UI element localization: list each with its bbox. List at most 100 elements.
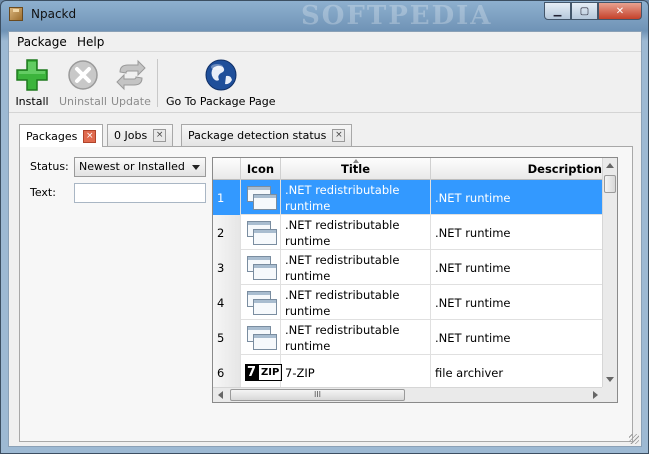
windows-app-icon: [245, 184, 279, 212]
scroll-left-icon[interactable]: [218, 391, 223, 399]
row-title: .NET redistributable runtime: [281, 320, 431, 355]
table-row[interactable]: 6 7 ZIP 7-ZIP file archiver: [213, 355, 603, 390]
row-icon-cell: [241, 285, 281, 320]
menu-package[interactable]: Package: [17, 35, 67, 49]
row-title: .NET redistributable runtime: [281, 215, 431, 250]
install-label: Install: [15, 95, 49, 108]
globe-icon: [205, 59, 237, 91]
refresh-arrows-icon: [116, 59, 146, 91]
row-title: .NET redistributable runtime: [281, 250, 431, 285]
window-title: Npackd: [31, 7, 77, 21]
row-description: .NET runtime: [431, 250, 603, 285]
tab-package-detection-label: Package detection status: [188, 129, 327, 142]
text-filter-input[interactable]: [74, 183, 206, 203]
table-row[interactable]: 5 .NET redistributable runtime .NET runt…: [213, 320, 603, 355]
tab-packages-label: Packages: [26, 129, 78, 143]
close-window-button[interactable]: ✕: [598, 2, 642, 20]
packages-panel: Status: Newest or Installed Text: Icon T…: [19, 146, 633, 442]
status-label: Status:: [30, 160, 69, 173]
row-description: .NET runtime: [431, 215, 603, 250]
row-number: 1: [213, 180, 241, 215]
scroll-down-icon[interactable]: [606, 377, 614, 382]
table-row[interactable]: 1 .NET redistributable runtime .NET runt…: [213, 180, 603, 215]
tab-jobs[interactable]: 0 Jobs ×: [107, 124, 174, 146]
tab-jobs-label: 0 Jobs: [114, 129, 148, 142]
packages-table: Icon Title Description 1 .NET redistribu…: [212, 157, 618, 403]
client-area: Package Help Install Uninstall Update Go…: [8, 31, 642, 447]
plus-icon: [16, 59, 48, 91]
remove-x-icon: [68, 60, 98, 90]
minimize-icon: ▁: [553, 5, 562, 17]
column-header-icon[interactable]: Icon: [241, 158, 281, 180]
uninstall-label: Uninstall: [59, 95, 107, 108]
row-icon-cell: [241, 180, 281, 215]
row-number: 4: [213, 285, 241, 320]
tab-package-detection-status[interactable]: Package detection status ×: [181, 124, 353, 146]
maximize-icon: ▢: [579, 5, 590, 17]
row-number: 2: [213, 215, 241, 250]
update-label: Update: [111, 95, 151, 108]
close-tab-icon[interactable]: ×: [332, 129, 346, 142]
menu-bar: Package Help: [9, 32, 641, 52]
row-icon-cell: [241, 320, 281, 355]
chevron-down-icon: [192, 165, 200, 170]
row-icon-cell: [241, 215, 281, 250]
row-description: .NET runtime: [431, 285, 603, 320]
row-number: 5: [213, 320, 241, 355]
update-button[interactable]: Update: [111, 58, 151, 108]
title-bar[interactable]: Npackd SOFTPEDIA ▁ ▢ ✕: [1, 1, 648, 31]
text-label: Text:: [30, 186, 56, 199]
table-row[interactable]: 4 .NET redistributable runtime .NET runt…: [213, 285, 603, 320]
tab-packages[interactable]: Packages ×: [19, 124, 104, 147]
windows-app-icon: [245, 219, 279, 247]
horizontal-scrollbar[interactable]: III: [213, 387, 603, 402]
vertical-scrollbar[interactable]: [602, 158, 617, 387]
7zip-icon-zip: ZIP: [258, 364, 283, 381]
column-header-title-label: Title: [340, 162, 371, 176]
close-tab-icon[interactable]: ×: [153, 129, 167, 142]
row-number: 3: [213, 250, 241, 285]
go-to-package-page-button[interactable]: Go To Package Page: [166, 58, 276, 108]
go-to-package-page-label: Go To Package Page: [166, 95, 276, 108]
row-title: 7-ZIP: [281, 355, 431, 390]
7zip-icon: 7 ZIP: [245, 364, 283, 381]
row-icon-cell: [241, 250, 281, 285]
column-header-title[interactable]: Title: [281, 158, 431, 180]
row-description: .NET runtime: [431, 320, 603, 355]
windows-app-icon: [245, 324, 279, 352]
status-dropdown-value: Newest or Installed: [79, 160, 185, 173]
package-box-icon: [9, 7, 23, 21]
close-tab-icon[interactable]: ×: [83, 129, 97, 143]
sort-ascending-icon: [352, 159, 359, 163]
status-dropdown[interactable]: Newest or Installed: [74, 157, 206, 177]
app-window: Npackd SOFTPEDIA ▁ ▢ ✕ Package Help Inst…: [0, 0, 649, 454]
row-title: .NET redistributable runtime: [281, 285, 431, 320]
scroll-up-icon[interactable]: [606, 163, 614, 168]
windows-app-icon: [245, 254, 279, 282]
scroll-corner: [602, 387, 617, 402]
row-icon-cell: 7 ZIP: [241, 355, 283, 390]
row-number-header: [213, 158, 241, 180]
minimize-button[interactable]: ▁: [544, 2, 571, 20]
toolbar-separator: [157, 59, 158, 107]
install-button[interactable]: Install: [15, 58, 49, 108]
close-icon: ✕: [615, 5, 625, 17]
column-header-description[interactable]: Description: [431, 158, 603, 180]
row-number: 6: [213, 355, 241, 390]
maximize-button[interactable]: ▢: [571, 2, 598, 20]
vertical-scroll-thumb[interactable]: [604, 175, 616, 193]
softpedia-watermark: SOFTPEDIA: [301, 1, 493, 31]
resize-grip-icon[interactable]: [629, 434, 639, 444]
row-description: file archiver: [431, 355, 603, 390]
uninstall-button[interactable]: Uninstall: [59, 58, 107, 108]
toolbar: Install Uninstall Update Go To Package P…: [9, 53, 641, 113]
windows-app-icon: [245, 289, 279, 317]
menu-help[interactable]: Help: [77, 35, 104, 49]
table-row[interactable]: 2 .NET redistributable runtime .NET runt…: [213, 215, 603, 250]
scroll-right-icon[interactable]: [593, 391, 598, 399]
row-description: .NET runtime: [431, 180, 603, 215]
7zip-icon-seven: 7: [245, 364, 259, 381]
table-row[interactable]: 3 .NET redistributable runtime .NET runt…: [213, 250, 603, 285]
row-title: .NET redistributable runtime: [281, 180, 431, 215]
horizontal-scroll-thumb[interactable]: III: [230, 389, 405, 401]
